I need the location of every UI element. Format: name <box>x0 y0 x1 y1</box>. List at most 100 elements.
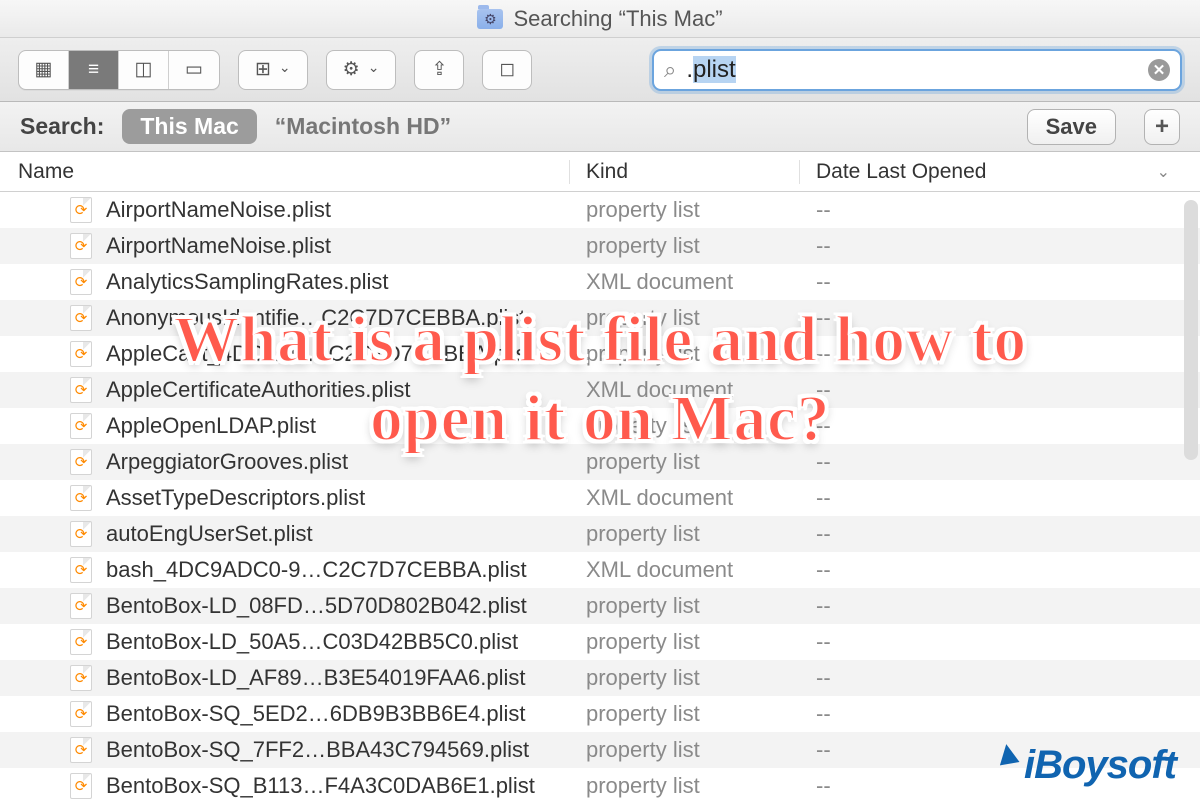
scope-macintosh-hd[interactable]: “Macintosh HD” <box>275 113 451 140</box>
plist-file-icon: ⟳ <box>70 377 92 403</box>
file-kind-cell: property list <box>570 305 800 331</box>
plist-file-icon: ⟳ <box>70 737 92 763</box>
file-name-text: AssetTypeDescriptors.plist <box>106 485 365 511</box>
file-name-cell: ⟳BentoBox-LD_50A5…C03D42BB5C0.plist <box>0 629 570 655</box>
plist-file-icon: ⟳ <box>70 233 92 259</box>
table-row[interactable]: ⟳ AnalyticsSamplingRates.plist XML documen… <box>0 264 1200 300</box>
view-list-button[interactable] <box>69 51 119 89</box>
file-name-text: autoEngUserSet.plist <box>106 521 313 547</box>
file-name-text: AnalyticsSamplingRates.plist <box>106 269 388 295</box>
file-kind-cell: property list <box>570 737 800 763</box>
file-kind-cell: property list <box>570 521 800 547</box>
scope-this-mac[interactable]: This Mac <box>122 109 256 144</box>
share-icon <box>431 58 447 81</box>
plist-file-icon: ⟳ <box>70 521 92 547</box>
file-date-cell: -- <box>800 665 1200 691</box>
file-name-cell: ⟳BentoBox-LD_AF89…B3E54019FAA6.plist <box>0 665 570 691</box>
file-name-cell: ⟳ bash_4DC9ADC0-9…C2C7D7CEBBA.plist <box>0 557 570 583</box>
view-mode-group <box>18 50 220 90</box>
tag-icon <box>499 58 515 81</box>
plist-file-icon: ⟳ <box>70 629 92 655</box>
file-name-text: AppleOpenLDAP.plist <box>106 413 316 439</box>
file-kind-cell: property list <box>570 413 800 439</box>
finder-search-input[interactable]: .plist ✕ <box>652 49 1182 91</box>
view-gallery-button[interactable] <box>169 51 219 89</box>
file-date-cell: -- <box>800 593 1200 619</box>
file-date-cell: -- <box>800 701 1200 727</box>
file-name-cell: ⟳ AirportNameNoise.plist <box>0 233 570 259</box>
file-name-cell: ⟳ autoEngUserSet.plist <box>0 521 570 547</box>
chevron-down-icon <box>368 59 380 81</box>
plist-file-icon: ⟳ <box>70 269 92 295</box>
file-name-cell: ⟳AppleCast_4DC9AD…C2C7D7CEBBA.plist <box>0 341 570 367</box>
file-kind-cell: XML document <box>570 557 800 583</box>
table-row[interactable]: ⟳BentoBox-LD_08FD…5D70D802B042.plistprop… <box>0 588 1200 624</box>
gear-icon <box>343 58 360 81</box>
finder-toolbar: .plist ✕ <box>0 38 1200 102</box>
plist-file-icon: ⟳ <box>70 593 92 619</box>
column-date-header[interactable]: Date Last Opened ⌄ <box>800 160 1200 184</box>
table-row[interactable]: ⟳BentoBox-SQ_B113…F4A3C0DAB6E1.plistprop… <box>0 768 1200 800</box>
plist-file-icon: ⟳ <box>70 665 92 691</box>
table-row[interactable]: ⟳autoEngUserSet.plistproperty list-- <box>0 516 1200 552</box>
plist-file-icon: ⟳ <box>70 305 92 331</box>
share-button[interactable] <box>414 50 464 90</box>
file-name-text: AirportNameNoise.plist <box>106 233 331 259</box>
file-name-text: BentoBox-SQ_5ED2…6DB9B3BB6E4.plist <box>106 701 525 727</box>
file-kind-cell: XML document <box>570 269 800 295</box>
sort-indicator-icon: ⌄ <box>1157 162 1170 182</box>
window-title: Searching “This Mac” <box>513 6 722 32</box>
save-search-button[interactable]: Save <box>1027 109 1116 145</box>
search-icon <box>664 57 676 83</box>
results-header: Name Kind Date Last Opened ⌄ <box>0 152 1200 192</box>
file-date-cell: -- <box>800 773 1200 799</box>
file-name-cell: ⟳AirportNameNoise.plist <box>0 197 570 223</box>
table-row[interactable]: ⟳AirportNameNoise.plistproperty list-- <box>0 192 1200 228</box>
file-name-cell: ⟳BentoBox-LD_08FD…5D70D802B042.plist <box>0 593 570 619</box>
column-date-label: Date Last Opened <box>816 160 986 184</box>
tags-button[interactable] <box>482 50 532 90</box>
table-row[interactable]: ⟳AnonymousIdentifie…C2C7D7CEBBA.plistpro… <box>0 300 1200 336</box>
file-kind-cell: property list <box>570 629 800 655</box>
file-date-cell: -- <box>800 269 1200 295</box>
table-row[interactable]: ⟳AirportNameNoise.plistproperty list-- <box>0 228 1200 264</box>
results-list[interactable]: ⟳AirportNameNoise.plistproperty list--⟳A… <box>0 192 1200 800</box>
table-row[interactable]: ⟳ArpeggiatorGrooves.plistproperty list-- <box>0 444 1200 480</box>
file-name-text: BentoBox-SQ_7FF2…BBA43C794569.plist <box>106 737 529 763</box>
table-row[interactable]: ⟳ AppleCertificateAuthorities.plist XML do… <box>0 372 1200 408</box>
vertical-scrollbar[interactable] <box>1184 200 1198 460</box>
file-date-cell: -- <box>800 233 1200 259</box>
plist-file-icon: ⟳ <box>70 701 92 727</box>
file-name-text: AppleCast_4DC9AD…C2C7D7CEBBA.plist <box>106 341 533 367</box>
action-menu-button[interactable] <box>326 50 397 90</box>
file-kind-cell: XML document <box>570 377 800 403</box>
table-row[interactable]: ⟳BentoBox-SQ_5ED2…6DB9B3BB6E4.plistprope… <box>0 696 1200 732</box>
file-name-cell: ⟳AppleOpenLDAP.plist <box>0 413 570 439</box>
column-kind-header[interactable]: Kind <box>570 160 800 184</box>
table-row[interactable]: ⟳BentoBox-LD_50A5…C03D42BB5C0.plistprope… <box>0 624 1200 660</box>
table-row[interactable]: ⟳ bash_4DC9ADC0-9…C2C7D7CEBBA.plist XML do… <box>0 552 1200 588</box>
arrange-icon <box>255 58 271 81</box>
clear-search-button[interactable]: ✕ <box>1148 59 1170 81</box>
view-icon-button[interactable] <box>19 51 69 89</box>
table-row[interactable]: ⟳AppleOpenLDAP.plistproperty list-- <box>0 408 1200 444</box>
table-row[interactable]: ⟳ BentoBox-SQ_7FF2…BBA43C794569.plist prop… <box>0 732 1200 768</box>
file-name-text: bash_4DC9ADC0-9…C2C7D7CEBBA.plist <box>106 557 527 583</box>
plist-file-icon: ⟳ <box>70 449 92 475</box>
file-name-text: AppleCertificateAuthorities.plist <box>106 377 410 403</box>
plist-file-icon: ⟳ <box>70 557 92 583</box>
file-date-cell: -- <box>800 557 1200 583</box>
search-scope-bar: Search: This Mac “Macintosh HD” Save + <box>0 102 1200 152</box>
add-criteria-button[interactable]: + <box>1144 109 1180 145</box>
table-row[interactable]: ⟳BentoBox-LD_AF89…B3E54019FAA6.plistprop… <box>0 660 1200 696</box>
plist-file-icon: ⟳ <box>70 485 92 511</box>
arrange-menu-button[interactable] <box>238 50 308 90</box>
smart-folder-icon: ⚙ <box>477 9 503 29</box>
table-row[interactable]: ⟳AppleCast_4DC9AD…C2C7D7CEBBA.plistprope… <box>0 336 1200 372</box>
file-kind-cell: property list <box>570 449 800 475</box>
view-column-button[interactable] <box>119 51 169 89</box>
table-row[interactable]: ⟳AssetTypeDescriptors.plistXML document-… <box>0 480 1200 516</box>
column-name-header[interactable]: Name <box>0 160 570 184</box>
file-name-cell: ⟳ AssetTypeDescriptors.plist <box>0 485 570 511</box>
window-titlebar: ⚙ Searching “This Mac” <box>0 0 1200 38</box>
